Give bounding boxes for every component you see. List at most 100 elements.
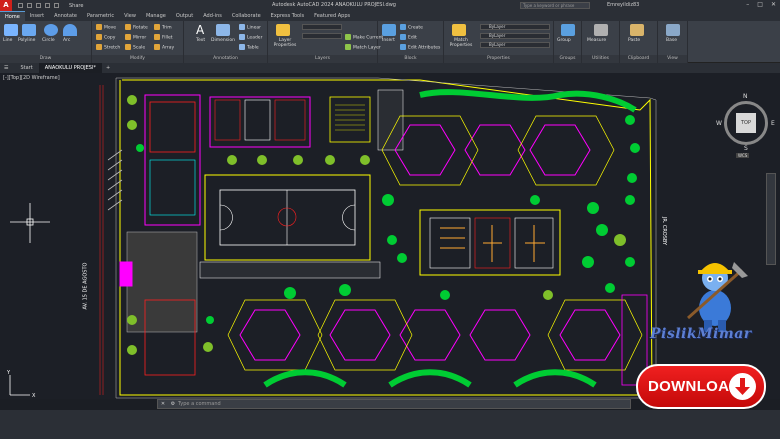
tab-manage[interactable]: Manage <box>141 11 171 21</box>
user-account[interactable]: Emreyildiz83 <box>607 2 639 8</box>
minimize-icon[interactable]: – <box>746 1 749 8</box>
menu-icon[interactable]: ☰ <box>0 63 14 73</box>
copy-button[interactable]: Copy <box>96 34 115 41</box>
text-icon[interactable]: A <box>196 24 210 36</box>
match-properties-button[interactable]: Match Properties <box>447 38 475 48</box>
compass-north[interactable]: N <box>743 93 748 100</box>
groups-group-label[interactable]: Groups <box>554 55 581 63</box>
table-button[interactable]: Table <box>239 44 259 51</box>
brand-logo-text: PislikMimar <box>650 326 752 342</box>
insert-button[interactable]: Insert <box>382 38 395 43</box>
navigation-bar[interactable] <box>766 173 776 265</box>
download-button[interactable]: DOWNLOAD <box>636 364 766 409</box>
insert-block-icon[interactable] <box>382 24 396 36</box>
tab-view[interactable]: View <box>119 11 141 21</box>
trim-button[interactable]: Trim <box>154 24 172 31</box>
base-button[interactable]: Base <box>666 38 677 43</box>
share-button[interactable]: Share <box>69 3 83 9</box>
utilities-group-label[interactable]: Utilities <box>582 55 619 63</box>
leader-button[interactable]: Leader <box>239 34 262 41</box>
dimension-button[interactable]: Dimension <box>211 38 235 43</box>
compass-south[interactable]: S <box>744 145 748 152</box>
tab-annotate[interactable]: Annotate <box>49 11 82 21</box>
dimension-icon[interactable] <box>216 24 230 36</box>
new-tab-icon[interactable]: + <box>102 65 114 71</box>
new-file-icon[interactable] <box>18 3 23 8</box>
arc-button[interactable]: Arc <box>63 38 70 43</box>
polyline-icon[interactable] <box>22 24 36 36</box>
undo-icon[interactable] <box>45 3 50 8</box>
array-button[interactable]: Array <box>154 44 174 51</box>
modify-group-label[interactable]: Modify <box>92 55 183 63</box>
maximize-icon[interactable]: □ <box>757 1 763 8</box>
autocad-logo-icon[interactable]: A <box>0 0 12 11</box>
tab-express-tools[interactable]: Express Tools <box>266 11 309 21</box>
block-group-label[interactable]: Block <box>378 55 443 63</box>
view-group-label[interactable]: View <box>658 55 687 63</box>
viewcube[interactable]: TOP N S E W WCS <box>716 93 776 158</box>
layer-properties-icon[interactable] <box>276 24 290 36</box>
start-tab[interactable]: Start <box>14 63 38 73</box>
polyline-button[interactable]: Polyline <box>18 38 35 43</box>
open-file-icon[interactable] <box>27 3 32 8</box>
command-input[interactable]: Type a command <box>178 400 221 408</box>
tab-add-ins[interactable]: Add-ins <box>198 11 227 21</box>
arc-icon[interactable] <box>63 24 77 36</box>
drawing-tab[interactable]: ANAOKULU PROJESI* <box>38 63 102 73</box>
tab-featured-apps[interactable]: Featured Apps <box>309 11 355 21</box>
measure-icon[interactable] <box>594 24 608 36</box>
tab-collaborate[interactable]: Collaborate <box>227 11 266 21</box>
wcs-menu[interactable]: WCS <box>736 153 750 158</box>
lineweight-combo[interactable]: ByLayer <box>480 42 550 48</box>
compass-east[interactable]: E <box>771 120 775 127</box>
linear-button[interactable]: Linear <box>239 24 261 31</box>
annotation-group-label[interactable]: Annotation <box>184 55 267 63</box>
command-line[interactable]: ✕ ⚙ Type a command <box>157 399 631 409</box>
close-icon[interactable]: ✕ <box>771 1 776 8</box>
edit-block-button[interactable]: Edit <box>400 34 417 41</box>
redo-icon[interactable] <box>54 3 59 8</box>
fillet-button[interactable]: Fillet <box>154 34 173 41</box>
circle-icon[interactable] <box>44 24 58 36</box>
layers-group-label[interactable]: Layers <box>268 55 377 63</box>
linetype-combo[interactable]: ByLayer <box>480 33 550 39</box>
draw-group-label[interactable]: Draw <box>0 55 91 63</box>
drawing-viewport[interactable]: Y X [-][Top][2D Wireframe] AV. 15 DE AGO… <box>0 73 780 399</box>
rotate-button[interactable]: Rotate <box>125 24 148 31</box>
tab-insert[interactable]: Insert <box>25 11 49 21</box>
command-wrench-icon[interactable]: ⚙ <box>168 400 178 408</box>
tab-output[interactable]: Output <box>171 11 198 21</box>
viewport-controls-label[interactable]: [-][Top][2D Wireframe] <box>3 75 60 81</box>
create-block-button[interactable]: Create <box>400 24 423 31</box>
layer-state-combo[interactable] <box>302 24 342 30</box>
layer-combo[interactable] <box>302 33 342 39</box>
move-button[interactable]: Move <box>96 24 116 31</box>
circle-button[interactable]: Circle <box>42 38 55 43</box>
base-view-icon[interactable] <box>666 24 680 36</box>
edit-attributes-button[interactable]: Edit Attributes <box>400 44 440 51</box>
mirror-button[interactable]: Mirror <box>125 34 146 41</box>
tab-home[interactable]: Home <box>0 11 25 21</box>
group-button[interactable]: Group <box>557 38 571 43</box>
paste-icon[interactable] <box>630 24 644 36</box>
group-icon[interactable] <box>561 24 575 36</box>
line-icon[interactable] <box>4 24 18 36</box>
compass-west[interactable]: W <box>716 120 722 127</box>
stretch-button[interactable]: Stretch <box>96 44 120 51</box>
text-button[interactable]: Text <box>196 38 205 43</box>
command-close-icon[interactable]: ✕ <box>158 400 168 408</box>
measure-button[interactable]: Measure <box>587 38 606 43</box>
color-combo[interactable]: ByLayer <box>480 24 550 30</box>
properties-group-label[interactable]: Properties <box>444 55 553 63</box>
tab-parametric[interactable]: Parametric <box>82 11 119 21</box>
match-layer-button[interactable]: Match Layer <box>345 44 381 51</box>
save-icon[interactable] <box>36 3 41 8</box>
search-input[interactable]: Type a keyword or phrase <box>520 2 590 9</box>
viewcube-top-face[interactable]: TOP <box>736 113 756 133</box>
scale-button[interactable]: Scale <box>125 44 145 51</box>
layer-properties-button[interactable]: Layer Properties <box>271 38 299 48</box>
paste-button[interactable]: Paste <box>628 38 640 43</box>
match-properties-icon[interactable] <box>452 24 466 36</box>
clipboard-group-label[interactable]: Clipboard <box>620 55 657 63</box>
line-button[interactable]: Line <box>3 38 12 43</box>
